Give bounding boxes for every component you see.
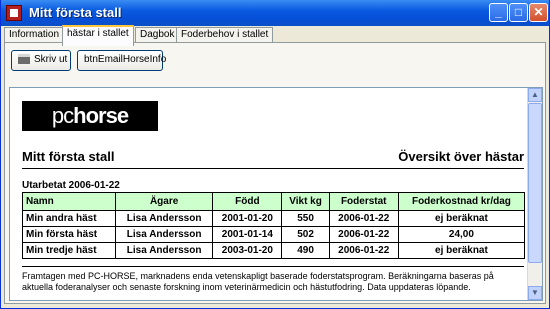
table-row: Min första häst Lisa Andersson 2001-01-1… xyxy=(21,226,526,243)
horse-name: Min tredje häst xyxy=(21,242,117,259)
feed-plan-date: 2006-01-22 xyxy=(328,226,399,243)
title-bar[interactable]: Mitt första stall _ □ ✕ xyxy=(1,0,549,26)
column-header: Ägare xyxy=(115,192,214,211)
birth-date: 2001-01-14 xyxy=(212,226,283,243)
birth-date: 2001-01-20 xyxy=(212,210,283,227)
maximize-button[interactable]: □ xyxy=(509,3,528,22)
horse-name: Min första häst xyxy=(21,226,117,243)
footer-divider xyxy=(22,266,524,267)
tab-horses-in-stable[interactable]: hästar i stallet xyxy=(62,25,134,46)
horse-name: Min andra häst xyxy=(21,210,117,227)
email-button-label: btnEmailHorseInfo xyxy=(84,54,167,65)
print-button-label: Skriv ut xyxy=(34,54,68,65)
email-horse-info-button[interactable]: btnEmailHorseInfo xyxy=(77,50,167,71)
column-header: Vikt kg xyxy=(281,192,330,211)
app-window: Mitt första stall _ □ ✕ Information häst… xyxy=(0,0,550,309)
app-icon[interactable] xyxy=(6,5,22,21)
title-divider xyxy=(22,168,524,169)
weight: 550 xyxy=(281,210,330,227)
print-button[interactable]: Skriv ut xyxy=(11,50,71,71)
horses-table: Namn Ägare Född Vikt kg Foderstat Foderk… xyxy=(21,192,526,259)
table-row: Min tredje häst Lisa Andersson 2003-01-2… xyxy=(21,242,526,259)
scroll-up-icon[interactable]: ▲ xyxy=(528,88,542,102)
printed-date: Utarbetat 2006-01-22 xyxy=(22,180,120,191)
column-header: Namn xyxy=(21,192,117,211)
report-footnote: Framtagen med PC-HORSE, marknadens enda … xyxy=(22,271,494,292)
feed-plan-date: 2006-01-22 xyxy=(328,210,399,227)
vertical-scrollbar[interactable]: ▲ ▼ xyxy=(527,88,542,300)
weight: 502 xyxy=(281,226,330,243)
table-row: Min andra häst Lisa Andersson 2001-01-20… xyxy=(21,210,526,227)
scroll-down-icon[interactable]: ▼ xyxy=(528,286,542,300)
pc-horse-logo: pchorse xyxy=(22,101,158,131)
printer-icon xyxy=(18,54,30,64)
minimize-button[interactable]: _ xyxy=(489,3,508,22)
owner: Lisa Andersson xyxy=(115,226,214,243)
window-title: Mitt första stall xyxy=(29,5,122,20)
column-header: Foderstat xyxy=(328,192,399,211)
feed-cost: 24,00 xyxy=(397,226,526,243)
weight: 490 xyxy=(281,242,330,259)
report-subtitle: Översikt över hästar xyxy=(398,149,524,164)
feed-plan-date: 2006-01-22 xyxy=(328,242,399,259)
feed-cost: ej beräknat xyxy=(397,210,526,227)
column-header: Född xyxy=(212,192,283,211)
birth-date: 2003-01-20 xyxy=(212,242,283,259)
tab-panel: Skriv ut btnEmailHorseInfo pchorse Mitt … xyxy=(4,42,546,304)
feed-cost: ej beräknat xyxy=(397,242,526,259)
report-page: pchorse Mitt första stall Översikt över … xyxy=(10,88,530,300)
scroll-thumb[interactable] xyxy=(528,103,542,263)
report-title: Mitt första stall xyxy=(22,149,115,164)
owner: Lisa Andersson xyxy=(115,242,214,259)
close-button[interactable]: ✕ xyxy=(529,3,548,22)
table-header-row: Namn Ägare Född Vikt kg Foderstat Foderk… xyxy=(21,192,526,211)
column-header: Foderkostnad kr/dag xyxy=(397,192,526,211)
owner: Lisa Andersson xyxy=(115,210,214,227)
report-viewer[interactable]: pchorse Mitt första stall Översikt över … xyxy=(9,87,543,301)
